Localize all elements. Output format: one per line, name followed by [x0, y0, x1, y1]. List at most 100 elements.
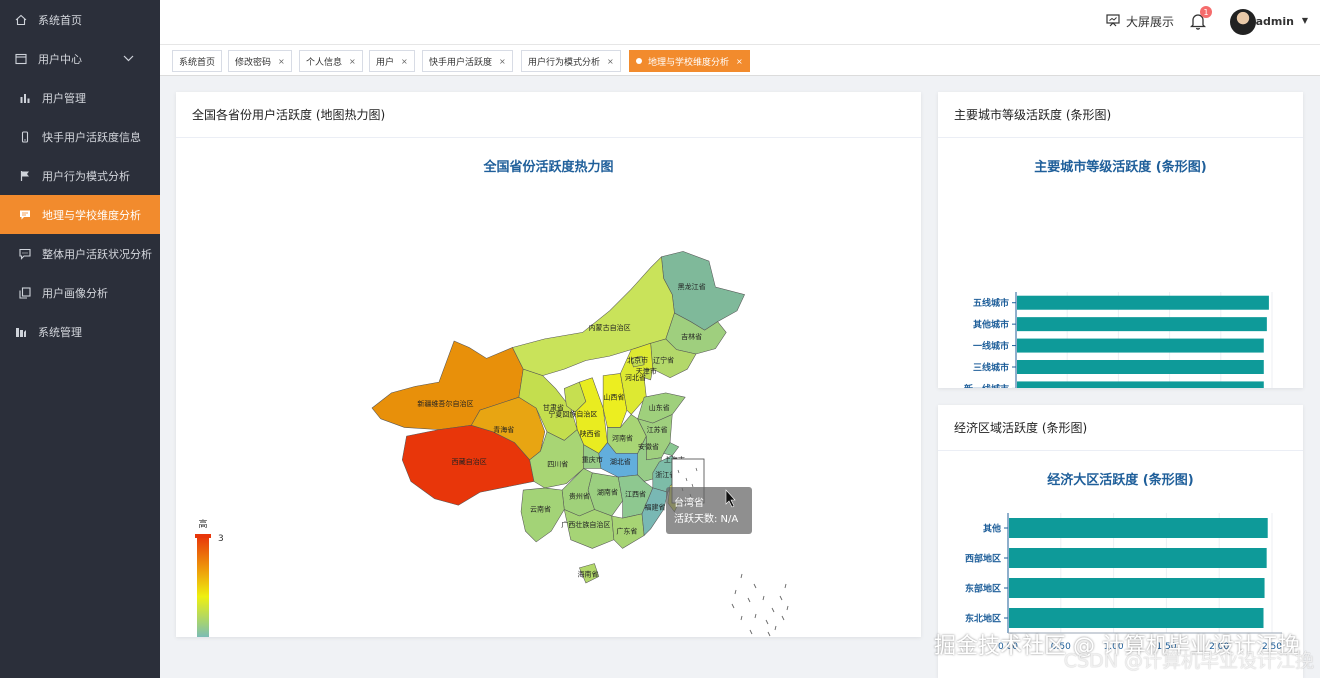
tab-home[interactable]: 系统首页 [172, 50, 223, 72]
province-label: 陕西省 [580, 429, 601, 438]
home-icon [12, 14, 30, 26]
island-mark [784, 583, 787, 589]
visual-map-high-label: 高 [198, 518, 207, 530]
province-label: 湖南省 [597, 487, 618, 496]
province-label: 辽宁省 [653, 356, 674, 365]
sidebar-item-user-center[interactable]: 用户中心 [0, 39, 160, 78]
avatar[interactable] [1230, 9, 1256, 35]
bar-chart-icon [16, 92, 34, 104]
bar[interactable] [1009, 578, 1265, 598]
y-tick-label: 五线城市 [973, 297, 1009, 309]
province-label: 新疆维吾尔自治区 [417, 399, 473, 408]
tab-activity[interactable]: 快手用户活跃度 × [422, 50, 513, 72]
visual-map-handle-top[interactable] [195, 534, 211, 538]
sidebar-item-label: 整体用户活跃状况分析 [42, 247, 152, 261]
y-tick-label: 一线城市 [973, 340, 1009, 352]
province-label: 内蒙古自治区 [589, 323, 631, 332]
visual-map-max: 3 [218, 534, 224, 544]
sidebar-item-activity-info[interactable]: 快手用户活跃度信息 [0, 117, 160, 156]
province-label: 湖北省 [610, 457, 631, 466]
y-tick-label: 其他 [983, 523, 1001, 535]
watermark-secondary: CSDN @计算机毕业设计江挽 [1063, 650, 1314, 672]
notification-button[interactable]: 1 [1189, 6, 1212, 34]
tooltip-value: 活跃天数: N/A [674, 512, 738, 525]
island-mark [749, 629, 753, 635]
close-icon[interactable]: × [736, 57, 743, 66]
close-icon[interactable]: × [401, 57, 408, 66]
tab-label: 用户 [376, 57, 395, 68]
tab-profile[interactable]: 个人信息 × [299, 50, 363, 72]
bar[interactable] [1009, 518, 1268, 538]
china-heatmap[interactable]: 黑龙江省吉林省辽宁省内蒙古自治区新疆维吾尔自治区西藏自治区青海省甘肃省宁夏回族自… [176, 138, 921, 637]
province-label: 江西省 [625, 490, 646, 499]
bar[interactable] [1009, 608, 1264, 628]
close-icon[interactable]: × [607, 57, 614, 66]
bar[interactable] [1017, 381, 1264, 388]
chevron-down-icon[interactable] [123, 52, 134, 65]
y-tick-label: 东北地区 [965, 613, 1001, 625]
chat-icon [16, 209, 34, 221]
flag-icon [16, 170, 34, 182]
island-mark [771, 607, 775, 613]
bar[interactable] [1017, 317, 1267, 332]
copy-icon [16, 286, 34, 299]
bar[interactable] [1017, 295, 1269, 310]
province-label: 广西壮族自治区 [561, 520, 610, 529]
sidebar-item-label: 系统首页 [38, 13, 82, 27]
close-icon[interactable]: × [499, 57, 506, 66]
close-icon[interactable]: × [349, 57, 356, 66]
y-tick-label: 东部地区 [965, 583, 1001, 595]
city-level-card: 主要城市等级活跃度 (条形图) 主要城市等级活跃度 (条形图) 0.000.50… [938, 92, 1303, 388]
island-mark [767, 631, 771, 637]
region-card-header: 经济区域活跃度 (条形图) [938, 405, 1303, 451]
tooltip-region: 台湾省 [674, 496, 704, 509]
close-icon[interactable]: × [278, 57, 285, 66]
province-label: 宁夏回族自治区 [548, 410, 597, 419]
tab-change-password[interactable]: 修改密码 × [228, 50, 292, 72]
tab-geo-analysis[interactable]: 地理与学校维度分析 × [629, 50, 750, 72]
caret-down-icon[interactable]: ▼ [1302, 16, 1308, 25]
city-card-header: 主要城市等级活跃度 (条形图) [938, 92, 1303, 138]
bar[interactable] [1017, 338, 1264, 353]
island-mark [774, 625, 777, 631]
island-mark [753, 583, 757, 589]
sidebar-item-geo[interactable]: 地理与学校维度分析 [0, 195, 160, 234]
bar[interactable] [1009, 548, 1267, 568]
big-screen-button[interactable]: 大屏展示 [1106, 13, 1174, 30]
sidebar-item-label: 用户行为模式分析 [42, 169, 130, 183]
sidebar-item-label: 系统管理 [38, 325, 82, 339]
city-bar-chart[interactable]: 0.000.501.001.502.002.50五线城市其他城市一线城市三线城市… [938, 138, 1303, 388]
y-tick-label: 三线城市 [973, 362, 1009, 374]
sidebar-item-system[interactable]: 系统管理 [0, 312, 160, 351]
tab-label: 地理与学校维度分析 [648, 57, 730, 68]
top-header: 大屏展示 1 admin ▼ [160, 0, 1320, 44]
sidebar-item-home[interactable]: 系统首页 [0, 0, 160, 39]
province-region[interactable] [563, 509, 615, 549]
tab-behavior[interactable]: 用户行为模式分析 × [521, 50, 621, 72]
sidebar-item-label: 快手用户活跃度信息 [42, 130, 141, 144]
sidebar-item-overall[interactable]: 整体用户活跃状况分析 [0, 234, 160, 273]
sidebar-item-behavior[interactable]: 用户行为模式分析 [0, 156, 160, 195]
map-tooltip [666, 487, 752, 534]
active-dot [636, 58, 642, 64]
y-tick-label: 西部地区 [965, 553, 1001, 565]
island-mark [740, 573, 743, 579]
province-region[interactable] [520, 487, 565, 543]
visual-map-bar[interactable] [197, 536, 209, 637]
island-mark [786, 605, 789, 611]
sidebar-item-user-manage[interactable]: 用户管理 [0, 78, 160, 117]
island-mark [765, 619, 769, 625]
monitor-icon [1106, 13, 1120, 30]
bar[interactable] [1017, 360, 1264, 374]
island-mark [754, 613, 757, 619]
province-label: 四川省 [547, 459, 568, 468]
province-label: 山西省 [603, 392, 624, 401]
map-card: 全国各省份用户活跃度 (地图热力图) 全国省份活跃度热力图 黑龙江省 吉林省 辽宁省… [176, 92, 921, 637]
username[interactable]: admin [1256, 15, 1294, 28]
comment-icon [16, 248, 34, 260]
tab-label: 用户行为模式分析 [528, 57, 601, 68]
tab-label: 系统首页 [179, 57, 216, 68]
tab-user[interactable]: 用户 × [369, 50, 415, 72]
tab-label: 快手用户活跃度 [429, 57, 493, 68]
sidebar-item-portrait[interactable]: 用户画像分析 [0, 273, 160, 312]
